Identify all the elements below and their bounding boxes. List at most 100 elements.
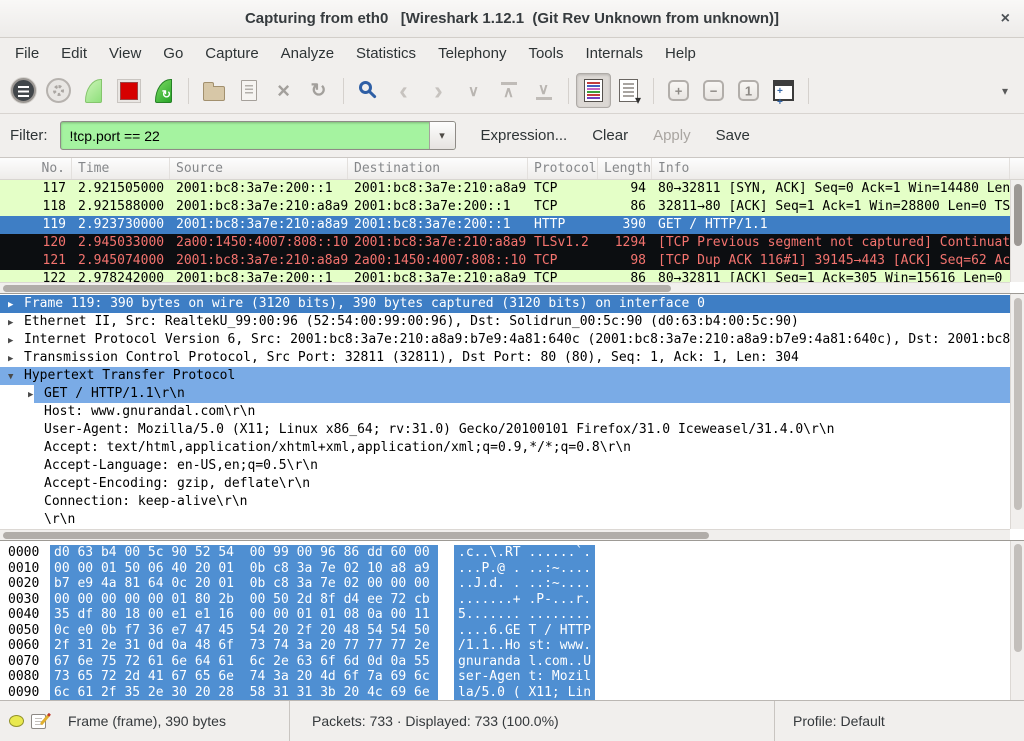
column-header-source[interactable]: Source	[170, 158, 348, 179]
expander-icon[interactable]: ▶	[8, 332, 24, 349]
go-to-top-button[interactable]	[491, 73, 526, 108]
detail-line[interactable]: \r\n	[0, 511, 1010, 529]
expander-icon[interactable]: ▶	[28, 386, 44, 403]
menu-item-file[interactable]: File	[4, 41, 50, 66]
filter-input[interactable]	[61, 122, 429, 149]
hex-row-0030[interactable]: 003000 00 00 00 00 01 80 2b 00 50 2d 8f …	[0, 592, 1024, 608]
start-capture-button[interactable]	[76, 73, 111, 108]
zoom-100-button[interactable]	[731, 73, 766, 108]
detail-line[interactable]: ▼Hypertext Transfer Protocol	[0, 367, 1010, 385]
menu-item-statistics[interactable]: Statistics	[345, 41, 427, 66]
hex-offset: 0070	[8, 654, 48, 670]
expert-info-icon[interactable]	[9, 715, 24, 727]
column-header-protocol[interactable]: Protocol	[528, 158, 598, 179]
list-interfaces-button[interactable]	[6, 73, 41, 108]
capture-comment-icon[interactable]	[31, 714, 46, 729]
zoom-out-button[interactable]	[696, 73, 731, 108]
restart-capture-button[interactable]	[146, 73, 181, 108]
packet-row-118[interactable]: 1182.9215880002001:bc8:3a7e:210:a8a9:b7e…	[0, 198, 1010, 216]
close-capture-file-button[interactable]	[266, 73, 301, 108]
scrollbar-thumb[interactable]	[1014, 184, 1022, 246]
expander-icon[interactable]: ▶	[8, 296, 24, 313]
clear-button[interactable]: Clear	[592, 127, 628, 144]
scrollbar-thumb[interactable]	[1014, 298, 1022, 510]
scrollbar-thumb[interactable]	[1014, 544, 1022, 652]
detail-line[interactable]: ▶GET / HTTP/1.1\r\n	[0, 385, 1010, 403]
packet-source: 2001:bc8:3a7e:210:a8a9:b7e9:4a81:640c	[170, 216, 348, 234]
packet-row-121[interactable]: 1212.9450740002001:bc8:3a7e:210:a8a9:b7e…	[0, 252, 1010, 270]
detail-line[interactable]: Accept-Language: en-US,en;q=0.5\r\n	[0, 457, 1010, 475]
expression-button[interactable]: Expression...	[481, 127, 568, 144]
packet-row-117[interactable]: 1172.9215050002001:bc8:3a7e:200::12001:b…	[0, 180, 1010, 198]
column-header-time[interactable]: Time	[72, 158, 170, 179]
detail-line[interactable]: ▶Frame 119: 390 bytes on wire (3120 bits…	[0, 295, 1010, 313]
menu-item-telephony[interactable]: Telephony	[427, 41, 517, 66]
expander-icon[interactable]: ▶	[8, 350, 24, 367]
auto-scroll-button[interactable]	[611, 73, 646, 108]
resize-columns-button[interactable]	[766, 73, 801, 108]
menu-item-view[interactable]: View	[98, 41, 152, 66]
go-to-packet-button[interactable]	[456, 73, 491, 108]
detail-line[interactable]: ▶Ethernet II, Src: RealtekU_99:00:96 (52…	[0, 313, 1010, 331]
stop-capture-button[interactable]	[111, 73, 146, 108]
menu-item-tools[interactable]: Tools	[517, 41, 574, 66]
scrollbar-thumb[interactable]	[3, 285, 671, 292]
menu-item-go[interactable]: Go	[152, 41, 194, 66]
filter-dropdown-icon[interactable]: ▾	[429, 122, 455, 149]
capture-options-button[interactable]	[41, 73, 76, 108]
hex-offset: 0030	[8, 592, 48, 608]
scrollbar-thumb[interactable]	[3, 532, 709, 539]
menu-item-edit[interactable]: Edit	[50, 41, 98, 66]
save-capture-file-button[interactable]	[231, 73, 266, 108]
go-to-bottom-button[interactable]	[526, 73, 561, 108]
packet-list-hscrollbar[interactable]	[0, 282, 1010, 293]
hex-row-0090[interactable]: 00906c 61 2f 35 2e 30 20 28 58 31 31 3b …	[0, 685, 1024, 701]
detail-text: Internet Protocol Version 6, Src: 2001:b…	[24, 332, 1010, 347]
packet-list-vscrollbar[interactable]	[1010, 180, 1024, 282]
detail-line[interactable]: Host: www.gnurandal.com\r\n	[0, 403, 1010, 421]
menu-item-help[interactable]: Help	[654, 41, 707, 66]
toolbar-overflow-button[interactable]: ▾	[1002, 84, 1008, 98]
zoom-in-button[interactable]	[661, 73, 696, 108]
hex-row-0060[interactable]: 00602f 31 2e 31 0d 0a 48 6f 73 74 3a 20 …	[0, 638, 1024, 654]
reload-capture-file-button[interactable]	[301, 73, 336, 108]
apply-button[interactable]: Apply	[653, 127, 691, 144]
detail-line[interactable]: ▶Internet Protocol Version 6, Src: 2001:…	[0, 331, 1010, 349]
hex-row-0010[interactable]: 001000 00 01 50 06 40 20 01 0b c8 3a 7e …	[0, 561, 1024, 577]
detail-line[interactable]: Connection: keep-alive\r\n	[0, 493, 1010, 511]
column-header-info[interactable]: Info	[652, 158, 1010, 179]
detail-text: Ethernet II, Src: RealtekU_99:00:96 (52:…	[24, 314, 799, 329]
packet-row-119[interactable]: 1192.9237300002001:bc8:3a7e:210:a8a9:b7e…	[0, 216, 1010, 234]
hex-row-0050[interactable]: 00500c e0 0b f7 36 e7 47 45 54 20 2f 20 …	[0, 623, 1024, 639]
menu-item-internals[interactable]: Internals	[574, 41, 654, 66]
menu-item-analyze[interactable]: Analyze	[270, 41, 345, 66]
detail-line[interactable]: ▶Transmission Control Protocol, Src Port…	[0, 349, 1010, 367]
menu-item-capture[interactable]: Capture	[194, 41, 269, 66]
colorize-button[interactable]	[576, 73, 611, 108]
detail-line[interactable]: Accept-Encoding: gzip, deflate\r\n	[0, 475, 1010, 493]
close-window-icon[interactable]: ×	[1001, 11, 1010, 27]
expander-icon[interactable]: ▶	[8, 314, 24, 331]
hex-bytes: 00 00 01 50 06 40 20 01 0b c8 3a 7e 02 1…	[50, 561, 438, 577]
detail-line[interactable]: Accept: text/html,application/xhtml+xml,…	[0, 439, 1010, 457]
column-header-destination[interactable]: Destination	[348, 158, 528, 179]
hex-row-0000[interactable]: 0000d0 63 b4 00 5c 90 52 54 00 99 00 96 …	[0, 545, 1024, 561]
hex-vscrollbar[interactable]	[1010, 541, 1024, 700]
open-capture-file-button[interactable]	[196, 73, 231, 108]
column-header-no[interactable]: No.	[0, 158, 72, 179]
details-hscrollbar[interactable]	[0, 529, 1010, 540]
save-button[interactable]: Save	[716, 127, 750, 144]
find-packet-button[interactable]	[351, 73, 386, 108]
detail-line[interactable]: User-Agent: Mozilla/5.0 (X11; Linux x86_…	[0, 421, 1010, 439]
expander-icon[interactable]: ▼	[8, 368, 24, 385]
hex-row-0040[interactable]: 004035 df 80 18 00 e1 e1 16 00 00 01 01 …	[0, 607, 1024, 623]
hex-row-0070[interactable]: 007067 6e 75 72 61 6e 64 61 6c 2e 63 6f …	[0, 654, 1024, 670]
details-vscrollbar[interactable]	[1010, 294, 1024, 529]
hex-row-0020[interactable]: 0020b7 e9 4a 81 64 0c 20 01 0b c8 3a 7e …	[0, 576, 1024, 592]
column-header-length[interactable]: Length	[598, 158, 652, 179]
packet-row-120[interactable]: 1202.9450330002a00:1450:4007:808::102001…	[0, 234, 1010, 252]
packet-row-122[interactable]: 1222.9782420002001:bc8:3a7e:200::12001:b…	[0, 270, 1010, 282]
go-back-button[interactable]	[386, 73, 421, 108]
go-forward-button[interactable]	[421, 73, 456, 108]
hex-row-0080[interactable]: 008073 65 72 2d 41 67 65 6e 74 3a 20 4d …	[0, 669, 1024, 685]
